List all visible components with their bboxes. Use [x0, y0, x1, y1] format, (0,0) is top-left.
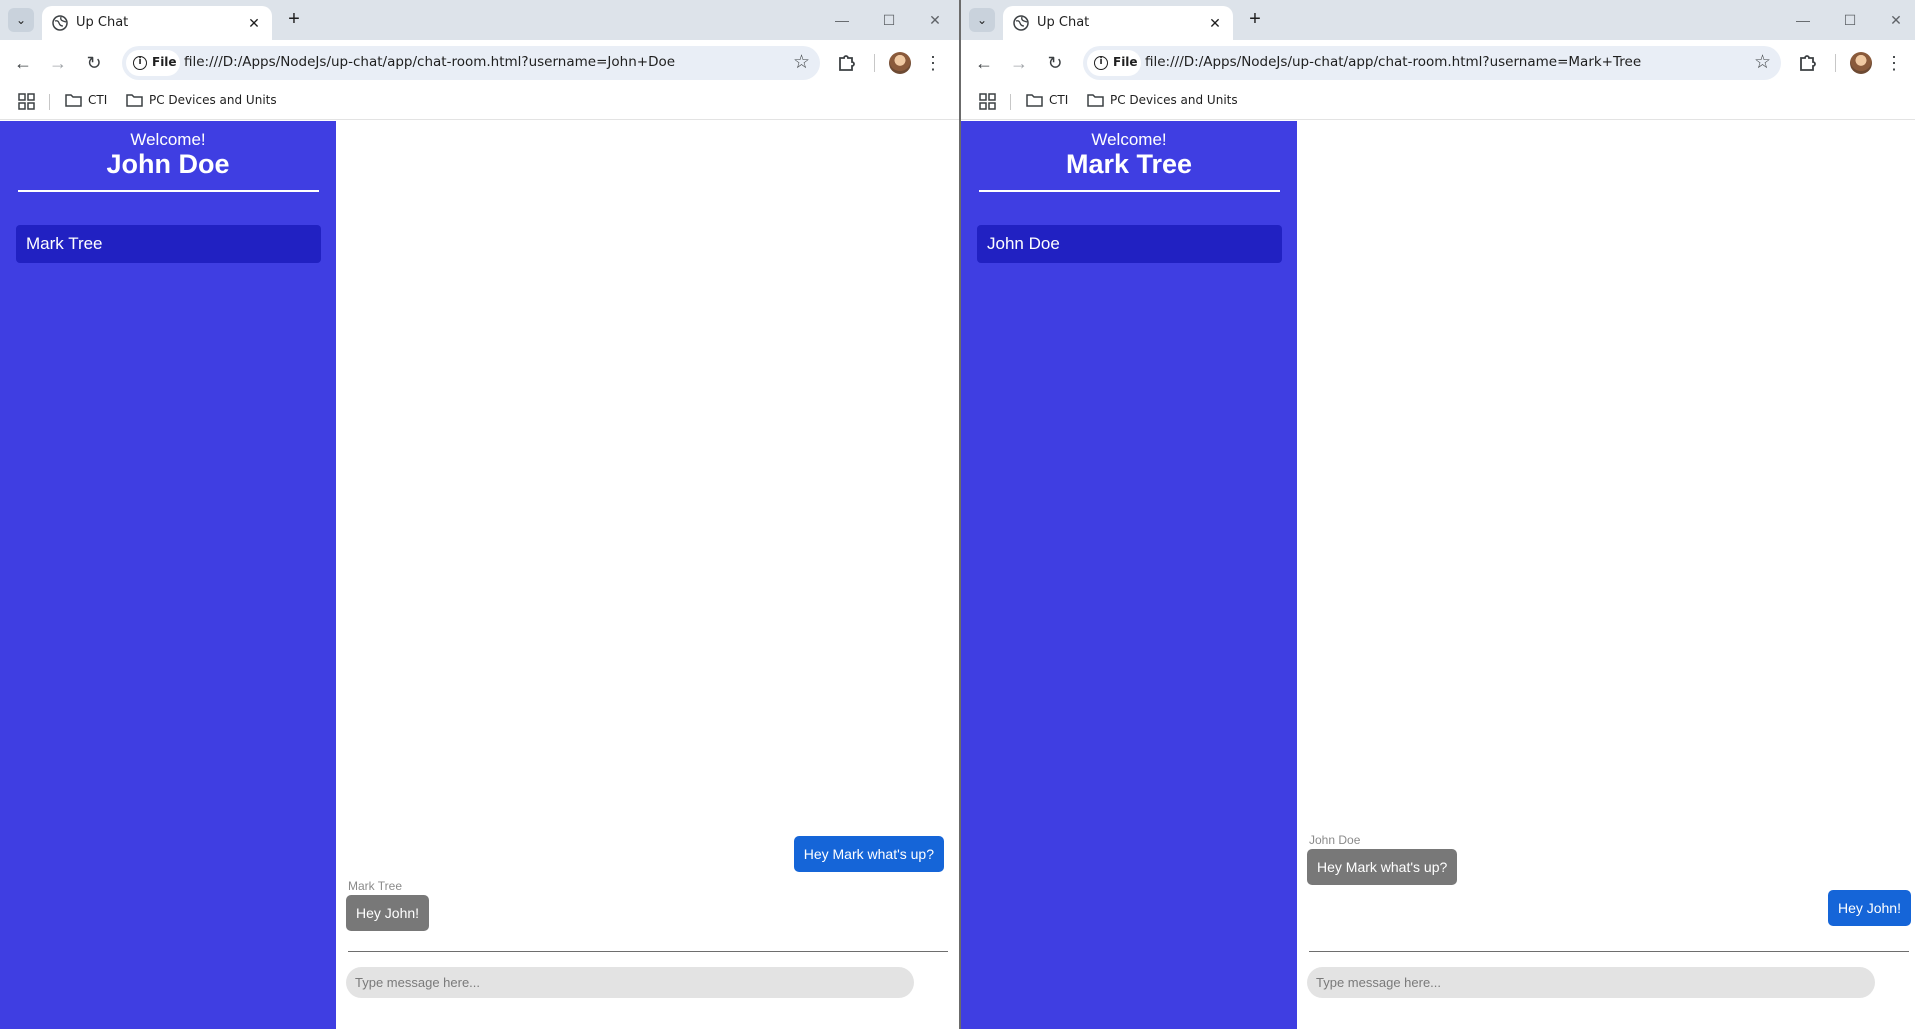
chat-divider	[348, 951, 948, 952]
forward-icon[interactable]: →	[1006, 50, 1032, 76]
contact-item[interactable]: John Doe	[977, 225, 1282, 263]
bookmark-pc-devices[interactable]: PC Devices and Units	[126, 93, 277, 111]
message-incoming: Hey Mark what's up?	[1307, 849, 1458, 885]
folder-icon	[1026, 94, 1043, 107]
close-icon[interactable]: ✕	[244, 13, 264, 33]
bookmark-cti[interactable]: CTI	[1026, 93, 1068, 111]
address-bar[interactable]: i File file:///D:/Apps/NodeJs/up-chat/ap…	[122, 46, 820, 80]
toolbar: ← → ↻ i File file:///D:/Apps/NodeJs/up-c…	[961, 40, 1915, 84]
extensions-icon[interactable]	[1797, 50, 1819, 72]
window-close-icon[interactable]: ✕	[920, 8, 950, 32]
bookmark-label: CTI	[1049, 93, 1069, 107]
folder-icon	[126, 94, 143, 107]
bookmark-label: PC Devices and Units	[149, 93, 277, 107]
back-icon[interactable]: ←	[971, 50, 997, 76]
message-input[interactable]	[1307, 967, 1875, 998]
new-tab-icon[interactable]: +	[1243, 8, 1267, 32]
bookmarks-bar: CTI PC Devices and Units	[961, 84, 1915, 120]
chat-area: John Doe Hey Mark what's up? Hey John!	[1297, 121, 1915, 1029]
minimize-icon[interactable]: —	[827, 8, 857, 32]
file-chip-label: File	[1113, 55, 1138, 69]
window-close-icon[interactable]: ✕	[1881, 8, 1911, 32]
reload-icon[interactable]: ↻	[81, 50, 107, 76]
bookmarks-separator	[1010, 94, 1011, 110]
reload-icon[interactable]: ↻	[1042, 50, 1068, 76]
close-icon[interactable]: ✕	[1205, 13, 1225, 33]
bookmark-cti[interactable]: CTI	[65, 93, 107, 111]
tab-up-chat[interactable]: Up Chat ✕	[42, 6, 272, 40]
current-username: John Doe	[106, 149, 230, 179]
tab-up-chat[interactable]: Up Chat ✕	[1003, 6, 1233, 40]
welcome-text: Welcome!	[130, 130, 206, 149]
browser-window-left: ⌄ Up Chat ✕ + — ☐ ✕ ← → ↻ i File file://…	[0, 0, 960, 1029]
message-input[interactable]	[346, 967, 914, 998]
info-icon: i	[1094, 56, 1108, 70]
apps-icon[interactable]	[979, 93, 996, 110]
message-outgoing: Hey Mark what's up?	[793, 836, 944, 872]
file-chip-label: File	[152, 55, 177, 69]
sidebar: Welcome! Mark Tree John Doe	[961, 121, 1297, 1029]
tab-search-icon[interactable]: ⌄	[969, 8, 995, 32]
bookmarks-separator	[49, 94, 50, 110]
minimize-icon[interactable]: —	[1788, 8, 1818, 32]
folder-icon	[65, 94, 82, 107]
message-sender: John Doe	[1309, 833, 1361, 847]
message-incoming: Hey John!	[346, 895, 430, 931]
welcome-text: Welcome!	[1091, 130, 1167, 149]
address-bar[interactable]: i File file:///D:/Apps/NodeJs/up-chat/ap…	[1083, 46, 1781, 80]
maximize-icon[interactable]: ☐	[1835, 8, 1865, 32]
browser-window-right: ⌄ Up Chat ✕ + — ☐ ✕ ← → ↻ i File file://…	[961, 0, 1915, 1029]
folder-icon	[1087, 94, 1104, 107]
info-icon: i	[133, 56, 147, 70]
back-icon[interactable]: ←	[10, 50, 36, 76]
bookmark-label: PC Devices and Units	[1110, 93, 1238, 107]
tab-strip: ⌄ Up Chat ✕ + — ☐ ✕	[961, 0, 1915, 40]
chat-area: Hey Mark what's up? Mark Tree Hey John!	[336, 121, 960, 1029]
apps-icon[interactable]	[18, 93, 35, 110]
url-text[interactable]: file:///D:/Apps/NodeJs/up-chat/app/chat-…	[1145, 54, 1641, 70]
avatar[interactable]	[889, 52, 911, 74]
bookmark-label: CTI	[88, 93, 108, 107]
chat-room-page: Welcome! John Doe Mark Tree Hey Mark wha…	[0, 121, 960, 1029]
site-info-chip[interactable]: i File	[126, 50, 180, 76]
star-icon[interactable]: ☆	[1754, 51, 1771, 74]
globe-icon	[1013, 15, 1029, 31]
menu-icon[interactable]: ⋮	[924, 50, 942, 76]
current-username: Mark Tree	[1065, 149, 1193, 179]
site-info-chip[interactable]: i File	[1087, 50, 1141, 76]
extensions-icon[interactable]	[836, 50, 858, 72]
toolbar-separator	[874, 54, 875, 72]
globe-icon	[52, 15, 68, 31]
maximize-icon[interactable]: ☐	[874, 8, 904, 32]
chat-divider	[1309, 951, 1909, 952]
sidebar-divider	[979, 190, 1280, 192]
url-text[interactable]: file:///D:/Apps/NodeJs/up-chat/app/chat-…	[184, 54, 675, 70]
toolbar-separator	[1835, 54, 1836, 72]
menu-icon[interactable]: ⋮	[1885, 50, 1903, 76]
toolbar: ← → ↻ i File file:///D:/Apps/NodeJs/up-c…	[0, 40, 960, 84]
message-sender: Mark Tree	[348, 879, 403, 893]
message-outgoing: Hey John!	[1827, 890, 1911, 926]
bookmark-pc-devices[interactable]: PC Devices and Units	[1087, 93, 1238, 111]
star-icon[interactable]: ☆	[793, 51, 810, 74]
sidebar-divider	[18, 190, 319, 192]
avatar[interactable]	[1850, 52, 1872, 74]
sidebar: Welcome! John Doe Mark Tree	[0, 121, 336, 1029]
tab-title: Up Chat	[76, 15, 129, 30]
forward-icon[interactable]: →	[45, 50, 71, 76]
tab-search-icon[interactable]: ⌄	[8, 8, 34, 32]
chat-room-page: Welcome! Mark Tree John Doe John Doe Hey…	[961, 121, 1915, 1029]
tab-strip: ⌄ Up Chat ✕ + — ☐ ✕	[0, 0, 960, 40]
new-tab-icon[interactable]: +	[282, 8, 306, 32]
tab-title: Up Chat	[1037, 15, 1090, 30]
contact-item[interactable]: Mark Tree	[16, 225, 321, 263]
bookmarks-bar: CTI PC Devices and Units	[0, 84, 960, 120]
